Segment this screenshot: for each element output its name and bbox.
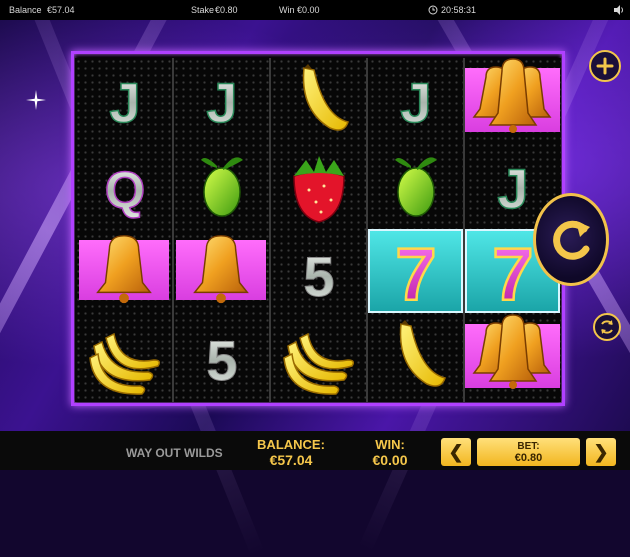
game-title: WAY OUT WILDS bbox=[126, 446, 223, 460]
bet-increase-button[interactable]: ❯ bbox=[586, 438, 616, 466]
reel-symbol-banana-icon bbox=[271, 58, 366, 144]
bet-decrease-button[interactable]: ❮ bbox=[441, 438, 471, 466]
reel-symbol-bananas-icon bbox=[271, 314, 366, 400]
stake-label: Stake bbox=[191, 5, 215, 15]
reel-symbol-j: J bbox=[174, 58, 269, 144]
autoplay-icon bbox=[601, 320, 613, 334]
bottom-balance-label: BALANCE: bbox=[257, 437, 325, 452]
chevron-left-icon: ❮ bbox=[448, 441, 464, 462]
spin-arrow-icon bbox=[553, 220, 590, 260]
bet-display: BET: €0.80 bbox=[477, 438, 580, 466]
clock-time: 20:58:31 bbox=[441, 5, 477, 15]
svg-text:5: 5 bbox=[206, 329, 237, 392]
reel-symbol-bananas-icon bbox=[77, 314, 172, 400]
plus-icon bbox=[596, 57, 614, 75]
balance-value: €57.04 bbox=[47, 5, 75, 15]
reel-symbol-j: J bbox=[77, 58, 172, 144]
status-bar: Balance €57.04 Stake €0.80 Win €0.00 20:… bbox=[0, 0, 630, 20]
reel-symbol-five: 5 bbox=[271, 230, 366, 316]
reel-symbol-seven-icon: 7 bbox=[368, 229, 463, 313]
reel-symbol-bell-icon bbox=[79, 235, 169, 304]
reel-symbol-bells-icon bbox=[465, 58, 560, 133]
bottom-balance-value: €57.04 bbox=[269, 452, 313, 468]
reel-symbol-q: Q bbox=[77, 144, 172, 230]
svg-text:7: 7 bbox=[492, 233, 533, 312]
spin-button[interactable] bbox=[533, 193, 609, 286]
bet-value: €0.80 bbox=[514, 452, 543, 464]
bet-label: BET: bbox=[517, 441, 540, 452]
svg-text:J: J bbox=[497, 157, 528, 220]
reel-symbol-strawberry-icon bbox=[271, 144, 366, 230]
svg-text:5: 5 bbox=[303, 245, 334, 308]
svg-text:7: 7 bbox=[395, 233, 436, 312]
chevron-right-icon: ❯ bbox=[593, 441, 609, 462]
clock-icon bbox=[428, 5, 438, 15]
svg-text:J: J bbox=[109, 71, 140, 134]
bottom-win-label: WIN: bbox=[375, 437, 405, 452]
balance-label: Balance bbox=[9, 5, 42, 15]
autoplay-button[interactable] bbox=[593, 313, 621, 341]
reel-symbol-bell-icon bbox=[176, 235, 266, 304]
win-value: €0.00 bbox=[297, 5, 320, 15]
reel-symbol-bells-icon bbox=[465, 314, 560, 389]
win-label: Win bbox=[279, 5, 295, 15]
reel-symbol-five: 5 bbox=[174, 314, 269, 400]
stake-value: €0.80 bbox=[215, 5, 238, 15]
svg-text:J: J bbox=[206, 71, 237, 134]
svg-text:J: J bbox=[400, 71, 431, 134]
sparkle-icon bbox=[26, 90, 46, 110]
menu-plus-button[interactable] bbox=[589, 50, 621, 82]
reel-symbol-banana-icon bbox=[368, 314, 463, 400]
reel-symbol-lime-icon bbox=[368, 144, 463, 230]
speaker-icon[interactable] bbox=[613, 4, 625, 16]
bottom-win-value: €0.00 bbox=[372, 452, 408, 468]
reel-symbol-j: J bbox=[368, 58, 463, 144]
reel-symbol-lime-icon bbox=[174, 144, 269, 230]
svg-text:Q: Q bbox=[104, 162, 144, 220]
